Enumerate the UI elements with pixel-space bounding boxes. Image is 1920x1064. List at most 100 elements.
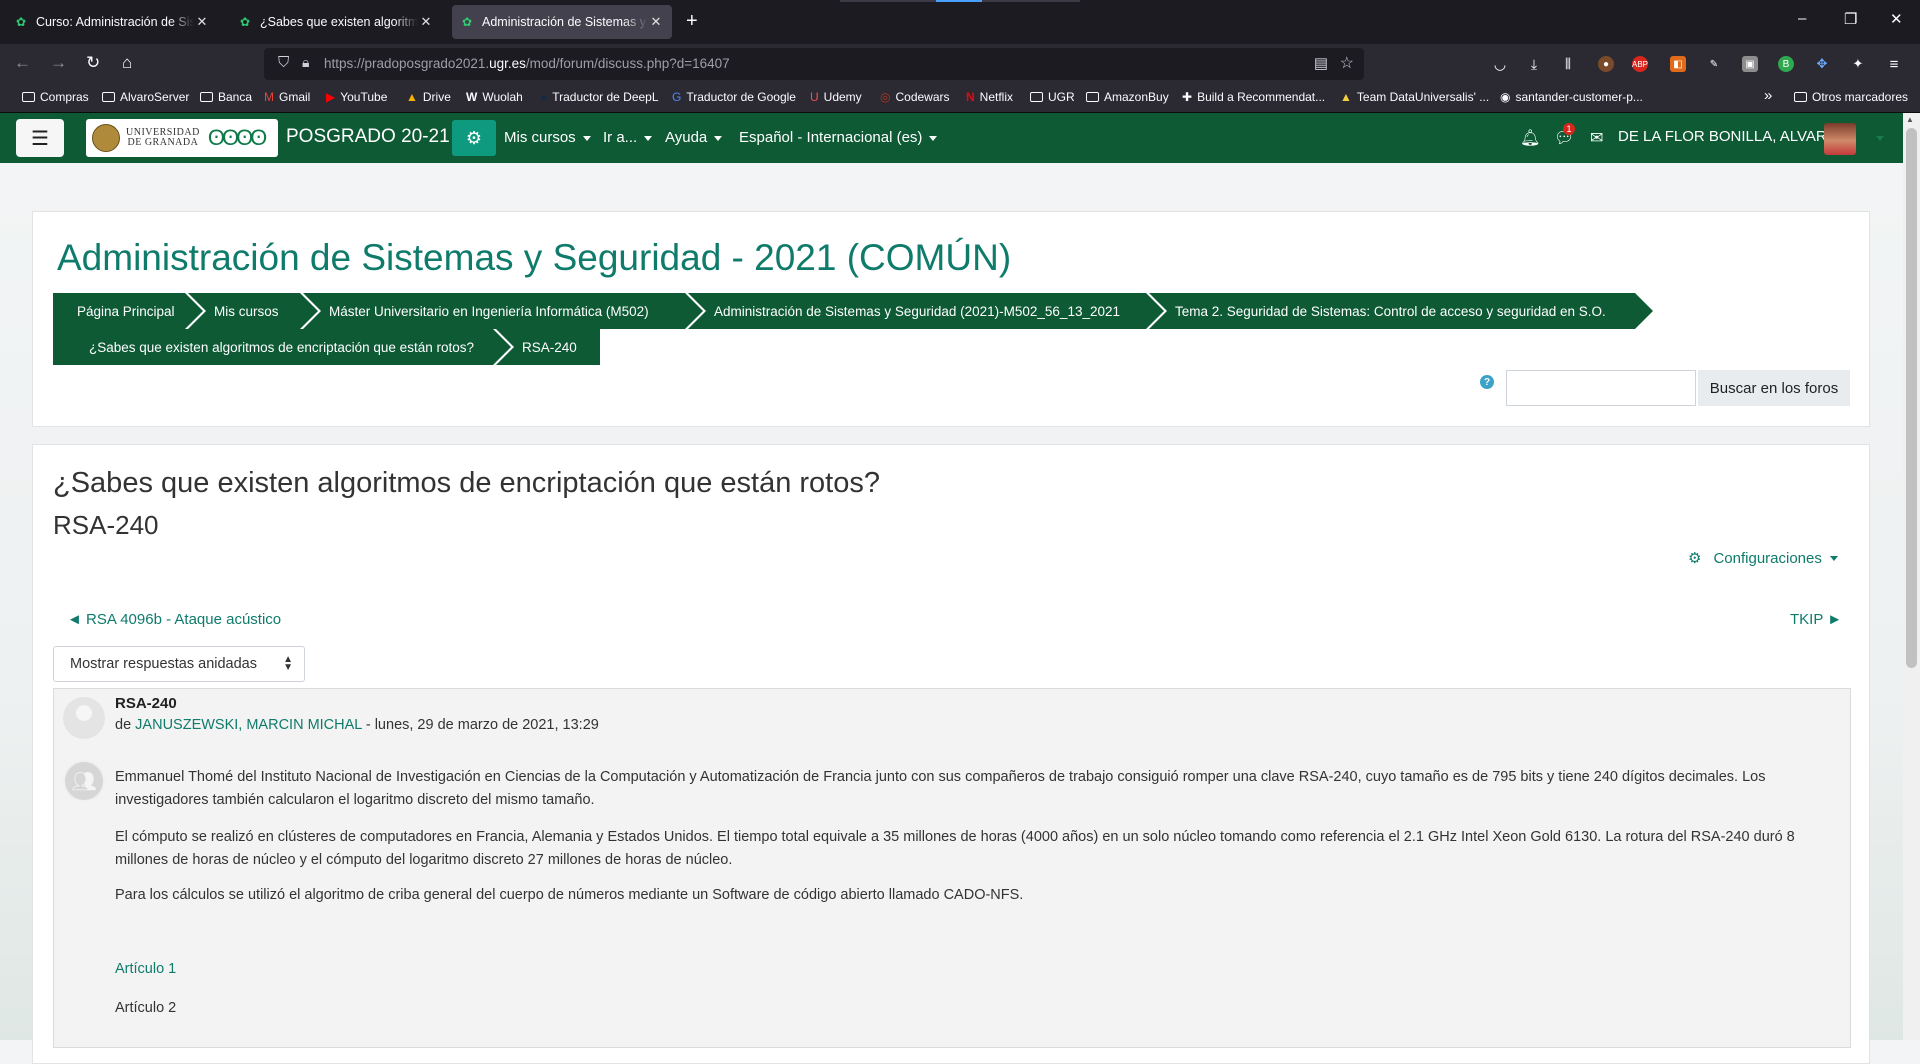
restore-button[interactable]: ❐ (1844, 10, 1857, 28)
bookmark-build-recommender[interactable]: ✚ Build a Recommendat... (1182, 90, 1325, 104)
tab-close-icon[interactable]: ✕ (194, 14, 210, 30)
bookmark-github-santander[interactable]: ◉ santander-customer-p... (1500, 90, 1643, 104)
previous-discussion-link[interactable]: ◄ RSA 4096b - Ataque acústico (67, 611, 281, 628)
other-bookmarks-folder[interactable]: Otros marcadores (1794, 90, 1908, 104)
forum-search-input[interactable] (1506, 370, 1696, 406)
folder-icon (102, 92, 115, 102)
breadcrumb-course[interactable]: Administración de Sistemas y Seguridad (… (688, 293, 1167, 329)
minimize-button[interactable]: – (1798, 10, 1806, 27)
bookmark-drive[interactable]: ▲ Drive (406, 90, 451, 104)
menu-my-courses[interactable]: Mis cursos (504, 129, 591, 146)
bookmark-codewars[interactable]: ◎ Codewars (880, 90, 950, 104)
display-mode-value: Mostrar respuestas anidadas (70, 656, 257, 672)
post-paragraph: Emmanuel Thomé del Instituto Nacional de… (115, 769, 1766, 808)
settings-label: Configuraciones (1713, 549, 1822, 567)
posgrado-logo-icon: ʘʘʘʘ (207, 125, 267, 150)
extension-icon[interactable]: ▣ (1742, 56, 1758, 72)
admin-settings-button[interactable]: ⚙ (452, 120, 496, 156)
scrollbar-thumb[interactable] (1906, 128, 1917, 668)
shield-icon[interactable]: ⛉ (278, 54, 289, 71)
menu-help[interactable]: Ayuda (665, 129, 722, 146)
breadcrumb-forum[interactable]: ¿Sabes que existen algoritmos de encript… (53, 329, 514, 365)
new-tab-button[interactable]: + (686, 10, 698, 33)
settings-menu-button[interactable]: ⚙ Configuraciones (1688, 549, 1838, 567)
post-byline: de JANUSZEWSKI, MARCIN MICHAL - lunes, 2… (115, 717, 599, 733)
drawer-toggle-button[interactable]: ☰ (16, 119, 64, 157)
extension-icon[interactable]: ◧ (1670, 56, 1686, 72)
logo-text: UNIVERSIDAD DE GRANADA (126, 127, 200, 148)
bookmark-udemy[interactable]: U Udemy (810, 90, 862, 104)
bookmark-folder[interactable]: Compras (22, 90, 89, 104)
next-discussion-link[interactable]: TKIP ► (1790, 611, 1842, 628)
article-link-2[interactable]: Artículo 2 (115, 1000, 176, 1016)
bookmark-folder[interactable]: AmazonBuy (1086, 90, 1169, 104)
extension-icon[interactable]: ● (1598, 56, 1614, 72)
extension-icon[interactable]: ✎ (1706, 56, 1722, 72)
bookmark-star-icon[interactable]: ☆ (1340, 53, 1354, 73)
menu-language[interactable]: Español - Internacional (es) (739, 129, 937, 146)
display-mode-select[interactable]: Mostrar respuestas anidadas ▲ ▼ (53, 646, 305, 682)
bookmark-folder[interactable]: UGR (1030, 90, 1075, 104)
post-date: - lunes, 29 de marzo de 2021, 13:29 (361, 717, 599, 733)
site-logo[interactable]: UNIVERSIDAD DE GRANADA ʘʘʘʘ (86, 119, 278, 157)
browser-tab-course[interactable]: ✿ Curso: Administración de Sistemas ✕ (6, 5, 218, 39)
bookmark-netflix[interactable]: N Netflix (966, 90, 1013, 104)
close-window-button[interactable]: ✕ (1890, 10, 1903, 28)
browser-tab-active[interactable]: ✿ Administración de Sistemas y Seguridad… (452, 5, 672, 39)
breadcrumb-master[interactable]: Máster Universitario en Ingeniería Infor… (303, 293, 706, 329)
adblock-icon[interactable]: ABP (1632, 56, 1648, 72)
browser-tab-forum[interactable]: ✿ ¿Sabes que existen algoritmos de encri… (230, 5, 442, 39)
post-paragraph: Para los cálculos se utilizó el algoritm… (115, 887, 1024, 903)
library-icon[interactable]: ⫼ (1560, 56, 1576, 72)
tab-close-icon[interactable]: ✕ (418, 14, 434, 30)
bookmark-folder[interactable]: Banca (200, 90, 252, 104)
bookmark-team-datauniversalis[interactable]: ▲ Team DataUniversalis' ... (1340, 90, 1489, 104)
tab-title: Curso: Administración de Sistemas (36, 15, 194, 29)
site-name[interactable]: POSGRADO 20-21 (286, 126, 450, 148)
bookmark-wuolah[interactable]: W Wuolah (466, 90, 523, 104)
url-text[interactable]: https://pradoposgrado2021.ugr.es/mod/for… (324, 56, 730, 71)
drive-icon: ▲ (406, 90, 418, 104)
user-menu-name[interactable]: DE LA FLOR BONILLA, ALVARO (1618, 128, 1838, 145)
bookmark-folder[interactable]: AlvaroServer (102, 90, 189, 104)
user-avatar[interactable] (1824, 123, 1856, 155)
bookmark-google-translate[interactable]: G Traductor de Google (672, 90, 796, 104)
back-icon[interactable]: ← (14, 53, 31, 73)
home-icon[interactable]: ⌂ (122, 53, 132, 73)
forward-icon[interactable]: → (50, 53, 67, 73)
bookmark-gmail[interactable]: M Gmail (264, 90, 310, 104)
extension-icon[interactable]: ✥ (1814, 56, 1830, 72)
article-link-1[interactable]: Artículo 1 (115, 961, 176, 977)
cogs-icon: ⚙ (465, 127, 483, 148)
forum-search-button[interactable]: Buscar en los foros (1698, 370, 1850, 406)
folder-icon (1030, 92, 1043, 102)
tab-close-icon[interactable]: ✕ (648, 14, 664, 30)
menu-icon[interactable]: ≡ (1886, 56, 1902, 73)
tab-title: Administración de Sistemas y Seguridad (482, 15, 648, 29)
extensions-puzzle-icon[interactable]: ✦ (1850, 56, 1866, 72)
discussion-title: RSA-240 (53, 510, 159, 540)
mail-icon[interactable]: ✉ (1590, 128, 1603, 148)
post-author-link[interactable]: JANUSZEWSKI, MARCIN MICHAL (135, 717, 362, 733)
breadcrumb-topic[interactable]: Tema 2. Seguridad de Sistemas: Control d… (1149, 293, 1656, 329)
author-avatar[interactable] (63, 697, 105, 739)
tab-strip-indicator (840, 0, 1080, 2)
reader-view-icon[interactable]: ▤ (1314, 54, 1328, 72)
gear-icon: ⚙ (1688, 550, 1702, 567)
pocket-icon[interactable]: ◡ (1492, 56, 1508, 72)
breadcrumb-home[interactable]: Página Principal (53, 293, 206, 329)
address-bar[interactable]: ⛉ 🔒︎ https://pradoposgrado2021.ugr.es/mo… (264, 48, 1364, 80)
help-icon[interactable]: ? (1480, 375, 1494, 389)
extension-icon[interactable]: B (1778, 56, 1794, 72)
plus-icon: ✚ (1182, 90, 1193, 104)
bookmarks-overflow-button[interactable]: » (1764, 87, 1772, 104)
lock-icon[interactable]: 🔒︎ (302, 54, 309, 71)
notifications-bell-icon[interactable]: 🔔︎ (1520, 128, 1540, 148)
downloads-icon[interactable]: ⤓ (1526, 56, 1542, 72)
user-menu-caret-icon[interactable] (1876, 136, 1884, 141)
menu-go-to[interactable]: Ir a... (603, 129, 652, 146)
bookmark-youtube[interactable]: ▶ YouTube (326, 90, 387, 104)
scroll-up-arrow-icon[interactable]: ▲ (1906, 115, 1914, 124)
bookmark-deepl[interactable]: ● Traductor de DeepL (540, 90, 659, 104)
reload-icon[interactable]: ↻ (86, 53, 100, 73)
